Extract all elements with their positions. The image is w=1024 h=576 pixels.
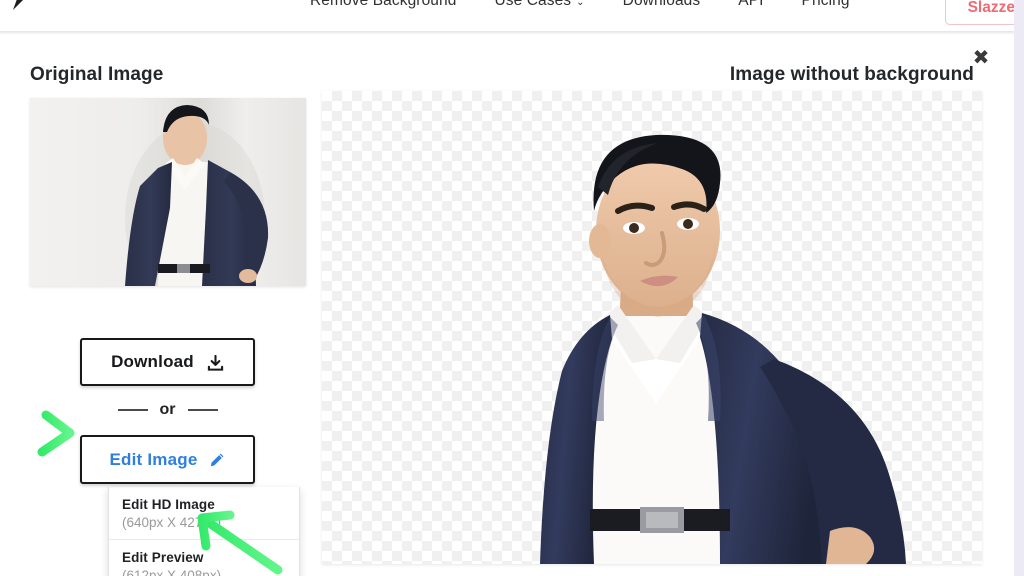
- top-navigation-bar: Remove Background Use Cases ⌄ Downloads …: [0, 0, 1014, 31]
- nav-link-api[interactable]: API: [738, 0, 763, 10]
- nav-link-label: Downloads: [622, 0, 701, 9]
- result-image-canvas: [322, 91, 982, 564]
- download-icon: [207, 354, 224, 372]
- nav-link-label: Pricing: [801, 0, 850, 9]
- chevron-down-icon: ⌄: [576, 0, 585, 8]
- divider-line-right: [187, 409, 218, 411]
- pencil-icon: [209, 452, 225, 468]
- download-button[interactable]: Download: [80, 338, 255, 386]
- nav-cta-button[interactable]: Slazzer: [944, 0, 1014, 25]
- nav-link-label: Use Cases: [494, 0, 572, 9]
- dropdown-item-dimensions: (640px X 427px): [122, 515, 222, 530]
- nav-link-use-cases[interactable]: Use Cases ⌄: [494, 0, 584, 10]
- dropdown-item-title: Edit HD Image: [122, 497, 215, 512]
- dropdown-item-edit-preview[interactable]: Edit Preview (612px X 408px): [109, 539, 299, 576]
- left-column: Download or Edit Image Edit HD Image (64…: [30, 98, 306, 576]
- nav-link-label: API: [738, 0, 764, 9]
- download-button-label: Download: [111, 352, 194, 371]
- slazzer-logo-icon[interactable]: [8, 0, 34, 12]
- or-label: or: [159, 401, 176, 418]
- nav-link-remove-background[interactable]: Remove Background: [310, 0, 456, 10]
- nav-links: Remove Background Use Cases ⌄ Downloads …: [310, 0, 850, 10]
- dropdown-item-dimensions: (612px X 408px): [122, 568, 222, 576]
- dropdown-item-edit-hd-image[interactable]: Edit HD Image (640px X 427px): [109, 487, 299, 539]
- edit-image-button[interactable]: Edit Image: [80, 435, 255, 484]
- original-image-thumbnail: [30, 98, 306, 286]
- original-image-heading: Original Image: [30, 64, 164, 85]
- divider-line-left: [117, 409, 148, 411]
- nav-link-label: Remove Background: [310, 0, 457, 9]
- dropdown-item-title: Edit Preview: [122, 550, 204, 565]
- or-divider: or: [80, 401, 255, 419]
- edit-image-button-label: Edit Image: [109, 449, 198, 469]
- result-modal: ✖ Original Image Image without backgroun…: [0, 31, 1014, 576]
- nav-link-pricing[interactable]: Pricing: [802, 0, 850, 10]
- nav-shadow: [0, 31, 1014, 35]
- nav-link-downloads[interactable]: Downloads: [623, 0, 701, 10]
- result-image-heading: Image without background: [729, 64, 974, 85]
- edit-image-dropdown: Edit HD Image (640px X 427px) Edit Previ…: [108, 487, 300, 576]
